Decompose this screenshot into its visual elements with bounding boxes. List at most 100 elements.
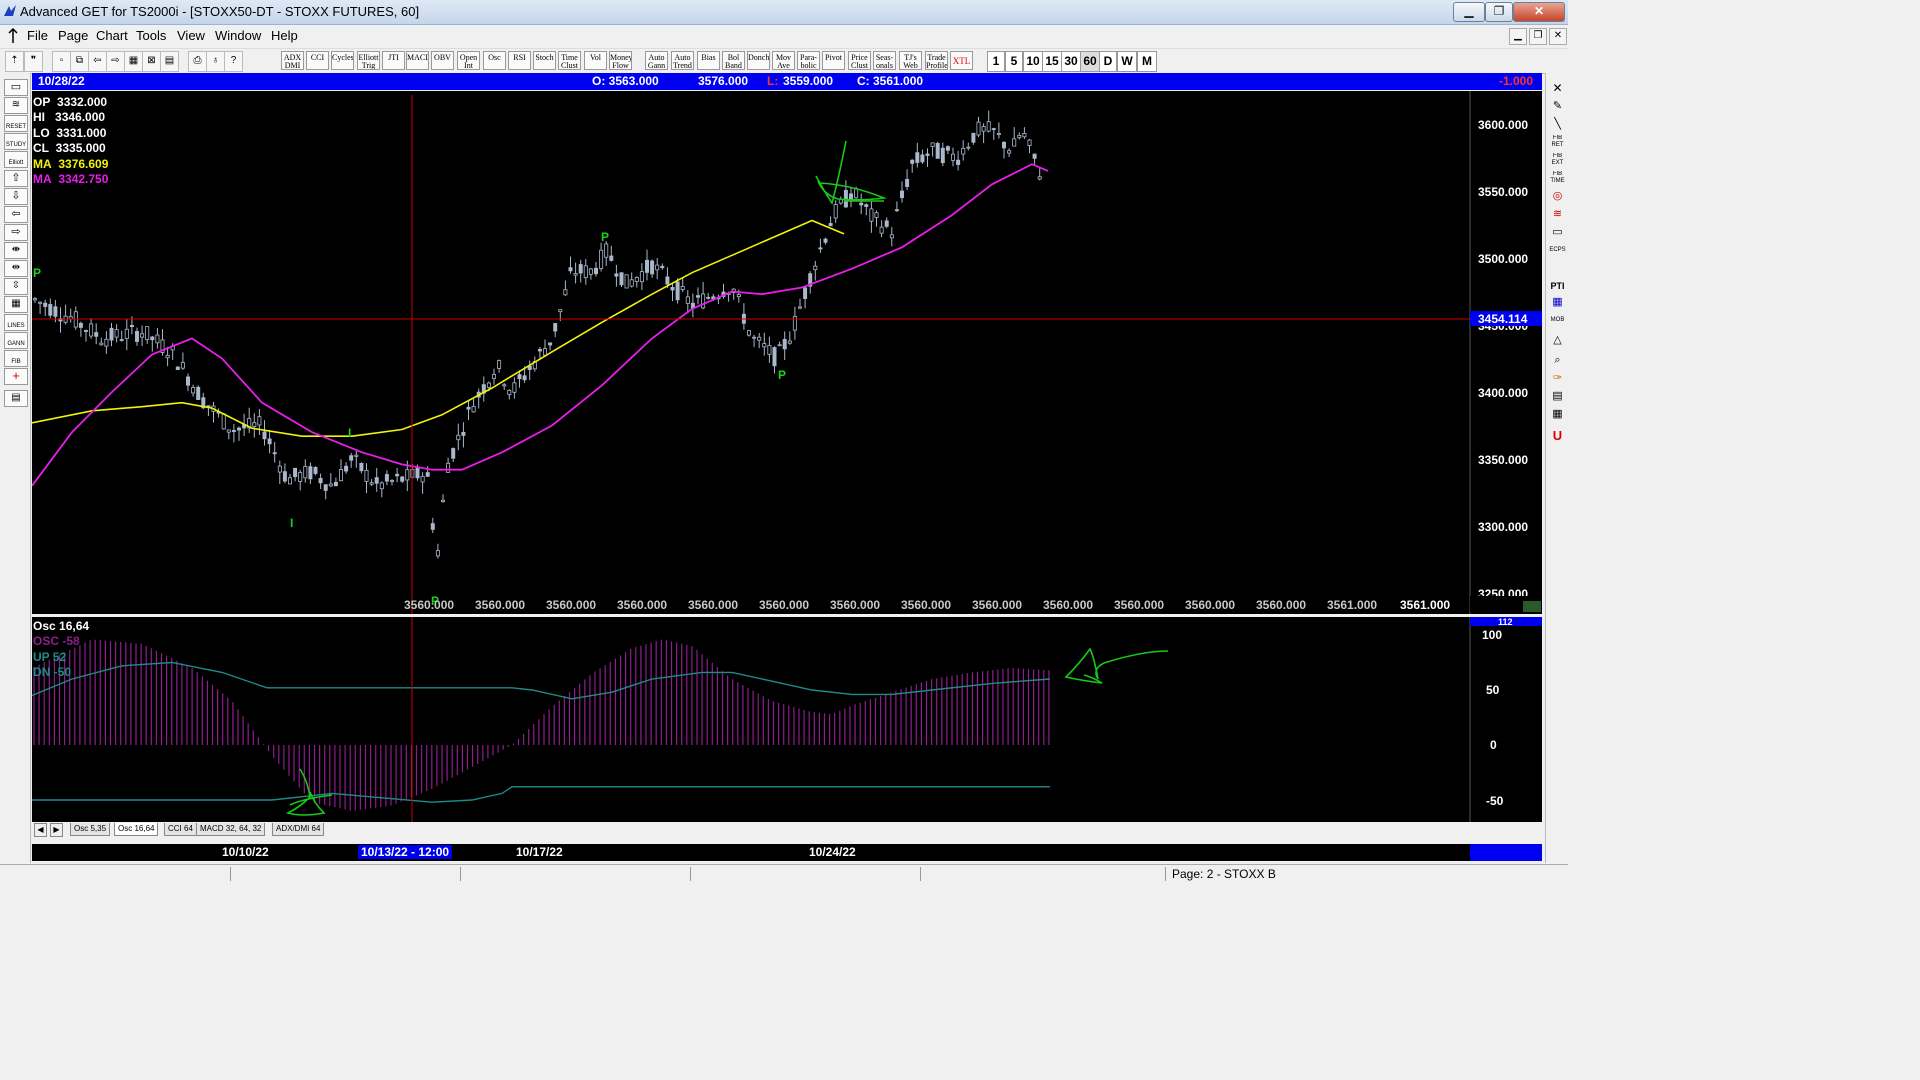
tf-60[interactable]: 60 — [1080, 51, 1100, 72]
zoom-icon[interactable]: ⌕ — [1549, 353, 1566, 368]
arrow-left-icon[interactable]: ⇦ — [4, 206, 28, 223]
menu-chart[interactable]: Chart — [96, 28, 128, 43]
study-macd-button[interactable]: MACD — [406, 51, 429, 70]
tab-osc-5-35[interactable]: Osc 5,35 — [70, 823, 111, 836]
arrow-up-icon[interactable]: ⇧ — [4, 170, 28, 187]
box-icon[interactable]: ▭ — [1549, 225, 1566, 240]
arrow-down-icon[interactable]: ⇩ — [4, 188, 28, 205]
study-bol-band-button[interactable]: Bol Band — [722, 51, 745, 70]
magnet-icon[interactable]: U — [1549, 429, 1566, 444]
settings-icon[interactable]: ▤ — [4, 390, 28, 407]
maximize-button[interactable]: ❐ — [1485, 2, 1513, 22]
close-button[interactable]: ✕ — [1513, 2, 1565, 22]
tf-1[interactable]: 1 — [987, 51, 1005, 72]
expand-h-icon[interactable]: ⇹ — [4, 260, 28, 277]
compress-icon[interactable]: ⇼ — [4, 242, 28, 259]
layout-icon[interactable]: ▤ — [160, 51, 179, 72]
minimize-button[interactable]: ▁ — [1453, 2, 1485, 22]
study-money-flow-button[interactable]: Money Flow — [609, 51, 632, 70]
table-icon[interactable]: ▦ — [4, 296, 28, 313]
fib-ext-button[interactable]: FIB EXT — [1549, 153, 1566, 168]
pti-button[interactable]: PTI — [1549, 279, 1566, 294]
study-time-clust-button[interactable]: Time Clust — [558, 51, 581, 70]
fib-button[interactable]: FIB — [4, 350, 28, 367]
study-cycles-button[interactable]: Cycles — [331, 51, 354, 70]
pen-icon[interactable]: ✎ — [1549, 99, 1566, 114]
study-stoch-button[interactable]: Stoch — [533, 51, 556, 70]
paint-icon[interactable]: ✑ — [1549, 371, 1566, 386]
copy-page-icon[interactable]: ⧉ — [70, 51, 89, 72]
bulb-icon[interactable]: ♁ — [206, 51, 225, 72]
menu-help[interactable]: Help — [271, 28, 298, 43]
mob-button[interactable]: MOB — [1549, 313, 1566, 328]
study-obv-button[interactable]: OBV — [431, 51, 454, 70]
menu-tools[interactable]: Tools — [136, 28, 166, 43]
tab-osc-16-64[interactable]: Osc 16,64 — [114, 823, 159, 836]
folder-icon[interactable]: ▭ — [4, 79, 28, 96]
study-pivot-button[interactable]: Pivot — [822, 51, 845, 70]
tab-cci-64[interactable]: CCI 64 — [164, 823, 197, 836]
expand-v-icon[interactable]: ⇳ — [4, 278, 28, 295]
tf-monthly[interactable]: M — [1137, 51, 1157, 72]
tf-30[interactable]: 30 — [1061, 51, 1081, 72]
tab-scroll-right-icon[interactable]: ▶ — [50, 823, 63, 837]
lines-button[interactable]: LINES — [4, 314, 28, 331]
triangle-icon[interactable]: △ — [1549, 333, 1566, 348]
study-price-clust-button[interactable]: Price Clust — [848, 51, 871, 70]
help-icon[interactable]: ? — [224, 51, 243, 72]
study-button[interactable]: STUDY — [4, 133, 28, 150]
nav-forward-icon[interactable]: ⇨ — [106, 51, 125, 72]
pointer-icon[interactable]: ⇡ — [5, 51, 24, 72]
pattern-icon[interactable]: ≋ — [4, 97, 28, 114]
tf-weekly[interactable]: W — [1117, 51, 1137, 72]
study-donch-button[interactable]: Donch — [747, 51, 770, 70]
tab-scroll-left-icon[interactable]: ◀ — [34, 823, 47, 837]
gann-button[interactable]: GANN — [4, 332, 28, 349]
reset-button[interactable]: RESET — [4, 115, 28, 132]
study-tjs-web-button[interactable]: TJ's Web — [899, 51, 922, 70]
spiral-icon[interactable]: ◎ — [1549, 189, 1566, 204]
study-vol-button[interactable]: Vol — [584, 51, 607, 70]
arrow-right-icon[interactable]: ⇨ — [4, 224, 28, 241]
study-elliott-trig-button[interactable]: Elliott Trig — [357, 51, 380, 70]
oscillator-pane[interactable]: 100 50 0 -50 112 — [32, 617, 1542, 822]
list-icon[interactable]: ▤ — [1549, 389, 1566, 404]
study-osc-button[interactable]: Osc — [483, 51, 506, 70]
mdi-minimize-button[interactable]: ▁ — [1509, 28, 1527, 45]
fib-ret-button[interactable]: FIB RET — [1549, 135, 1566, 150]
study-jti-button[interactable]: JTI — [382, 51, 405, 70]
study-open-int-button[interactable]: Open Int — [457, 51, 480, 70]
tf-10[interactable]: 10 — [1023, 51, 1043, 72]
elliott-button[interactable]: Elliott — [4, 151, 28, 168]
ecps-button[interactable]: ECPS — [1549, 243, 1566, 258]
study-auto-trend-button[interactable]: Auto Trend — [671, 51, 694, 70]
mdi-close-button[interactable]: ✕ — [1549, 28, 1567, 45]
tf-15[interactable]: 15 — [1042, 51, 1062, 72]
study-rsi-button[interactable]: RSI — [508, 51, 531, 70]
cross-icon[interactable]: ⊠ — [142, 51, 161, 72]
menu-window[interactable]: Window — [215, 28, 261, 43]
print-icon[interactable]: ⎙ — [188, 51, 207, 72]
tab-macd[interactable]: MACD 32, 64, 32 — [196, 823, 266, 836]
study-cci-button[interactable]: CCI — [306, 51, 329, 70]
study-bias-button[interactable]: Bias — [697, 51, 720, 70]
tf-daily[interactable]: D — [1099, 51, 1117, 72]
line-tool-icon[interactable]: ╲ — [1549, 117, 1566, 132]
menu-file[interactable]: File — [27, 28, 48, 43]
new-page-icon[interactable]: ▫ — [52, 51, 71, 72]
corner-icon[interactable] — [1523, 601, 1541, 612]
study-auto-gann-button[interactable]: Auto Gann — [645, 51, 668, 70]
study-adx-dmi-button[interactable]: ADX DMI — [281, 51, 304, 70]
study-trade-profile-button[interactable]: Trade Profile — [925, 51, 948, 70]
tab-adx-dmi[interactable]: ADX/DMI 64 — [272, 823, 325, 836]
fib-time-button[interactable]: FIB TIME — [1549, 171, 1566, 186]
study-seasonals-button[interactable]: Seas-onals — [873, 51, 896, 70]
tf-5[interactable]: 5 — [1005, 51, 1023, 72]
nav-back-icon[interactable]: ⇦ — [88, 51, 107, 72]
table-tool-icon[interactable]: ▦ — [1549, 407, 1566, 422]
menu-page[interactable]: Page — [58, 28, 88, 43]
price-chart[interactable]: P I P P P I 3600.000 3550.000 3500.000 3… — [32, 91, 1542, 614]
grid-tool-icon[interactable]: ▦ — [1549, 295, 1566, 310]
crosshair-icon[interactable]: + — [4, 368, 28, 385]
study-mov-ave-button[interactable]: Mov Ave — [772, 51, 795, 70]
